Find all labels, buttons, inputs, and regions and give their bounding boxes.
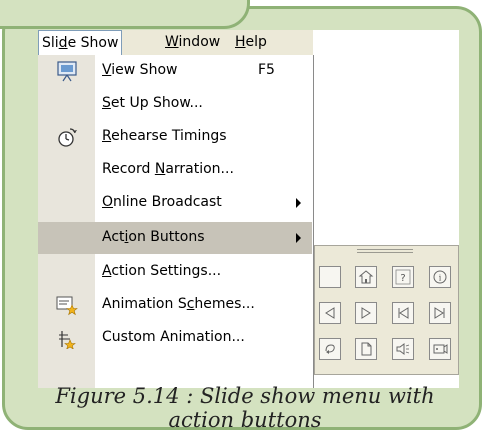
submenu-arrow-icon: [296, 233, 301, 243]
menu-item-set-up-show[interactable]: Set Up Show...: [38, 88, 312, 120]
view-show-icon: [56, 60, 78, 82]
menu-item-label: View Show: [102, 62, 178, 78]
return-button-icon[interactable]: [319, 338, 341, 360]
back-button-icon[interactable]: [319, 302, 341, 324]
shortcut-label: F5: [258, 62, 275, 78]
menu-item-custom-animation[interactable]: Custom Animation...: [38, 322, 312, 354]
menu-window[interactable]: Window: [165, 34, 220, 50]
information-button-icon[interactable]: i: [429, 266, 451, 288]
forward-button-icon[interactable]: [355, 302, 377, 324]
caption-line-1: Figure 5.14 : Slide show menu with: [55, 384, 435, 408]
submenu-arrow-icon: [296, 198, 301, 208]
custom-button-icon[interactable]: [319, 266, 341, 288]
screenshot-area: Slide Show Window Help View Show F5 Set …: [38, 30, 459, 388]
svg-text:i: i: [439, 274, 442, 283]
menu-item-label: Animation Schemes...: [102, 296, 255, 312]
menu-item-action-buttons[interactable]: Action Buttons: [38, 222, 312, 254]
caption-line-2: action buttons: [168, 408, 322, 432]
menu-item-online-broadcast[interactable]: Online Broadcast: [38, 187, 312, 219]
menu-item-label: Action Buttons: [102, 229, 205, 245]
menu-help[interactable]: Help: [235, 34, 267, 50]
menu-item-label: Record Narration...: [102, 161, 234, 177]
palette-grip[interactable]: [357, 249, 413, 250]
custom-animation-icon: [56, 327, 78, 350]
menu-item-label: Action Settings...: [102, 263, 222, 279]
menu-item-rehearse-timings[interactable]: Rehearse Timings: [38, 121, 312, 153]
palette-grip[interactable]: [357, 252, 413, 253]
help-button-icon[interactable]: ?: [392, 266, 414, 288]
home-button-icon[interactable]: [355, 266, 377, 288]
action-buttons-palette: ? i: [314, 245, 459, 375]
movie-button-icon[interactable]: [429, 338, 451, 360]
menu-item-label: Rehearse Timings: [102, 128, 227, 144]
menu-item-label: Online Broadcast: [102, 194, 222, 210]
menu-slide-show[interactable]: Slide Show: [38, 30, 123, 55]
sound-button-icon[interactable]: [392, 338, 414, 360]
menu-item-label: Custom Animation...: [102, 329, 245, 345]
menu-bar: Slide Show Window Help: [38, 30, 313, 55]
end-button-icon[interactable]: [429, 302, 451, 324]
frame-tab-decoration: [0, 0, 250, 29]
rehearse-timings-icon: [56, 126, 78, 148]
menu-item-label: Set Up Show...: [102, 95, 203, 111]
animation-schemes-icon: [56, 294, 78, 316]
menu-item-record-narration[interactable]: Record Narration...: [38, 154, 312, 186]
beginning-button-icon[interactable]: [392, 302, 414, 324]
document-button-icon[interactable]: [355, 338, 377, 360]
menu-item-action-settings[interactable]: Action Settings...: [38, 256, 312, 288]
slide-show-dropdown: View Show F5 Set Up Show... Rehearse Tim…: [38, 55, 314, 388]
svg-text:?: ?: [400, 273, 405, 284]
figure-caption: Figure 5.14 : Slide show menu with actio…: [0, 384, 490, 432]
menu-item-animation-schemes[interactable]: Animation Schemes...: [38, 289, 312, 321]
menu-item-view-show[interactable]: View Show F5: [38, 55, 312, 87]
